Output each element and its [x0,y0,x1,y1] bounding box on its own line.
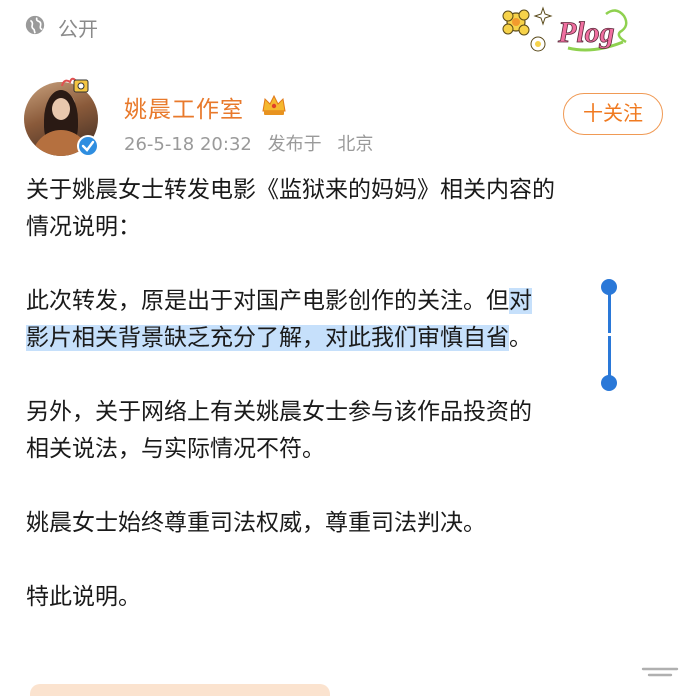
crown-icon [262,94,286,115]
selection-end-handle[interactable] [601,375,617,391]
post-date: 26-5-18 20:32 [124,134,252,155]
account-name[interactable]: 姚晨工作室 [124,90,244,124]
globe-icon [25,15,45,35]
bottom-action-bar-edge [30,684,330,696]
post-published-label: 发布于 [267,134,322,155]
selection-end-caret [608,336,611,378]
post-paragraph: 特此说明。 [26,584,141,610]
post-paragraph: 关于姚晨女士转发电影《监狱来的妈妈》相关内容的 情况说明： [26,177,555,240]
plog-sticker-text: Plog [557,16,615,49]
post-location: 北京 [337,134,374,155]
plog-sticker: Plog [502,6,628,52]
post-paragraph: 姚晨女士始终尊重司法权威，尊重司法判决。 [26,510,486,536]
selection-start-caret [608,293,611,333]
post-body: 关于姚晨女士转发电影《监狱来的妈妈》相关内容的 情况说明： 此次转发，原是出于对… [26,172,666,616]
post-meta: 26-5-18 20:32 发布于 北京 [124,130,383,156]
post-visibility-bar: 公开 Plog [0,0,689,52]
avatar-badge-icon [61,77,89,93]
verified-icon [77,135,99,157]
avatar[interactable] [24,77,99,157]
text-selection: 影片相关背景缺乏充分了解，对此我们审慎自省 [26,325,509,351]
post-paragraph-selected[interactable]: 此次转发，原是出于对国产电影创作的关注。但对 影片相关背景缺乏充分了解，对此我们… [26,283,666,357]
follow-button[interactable]: 十关注 [563,93,663,135]
post-paragraph: 另外，关于网络上有关姚晨女士参与该作品投资的 相关说法，与实际情况不符。 [26,399,532,462]
drag-handle-icon[interactable] [641,665,679,679]
text-selection: 对 [509,288,532,314]
visibility-label: 公开 [58,17,98,41]
